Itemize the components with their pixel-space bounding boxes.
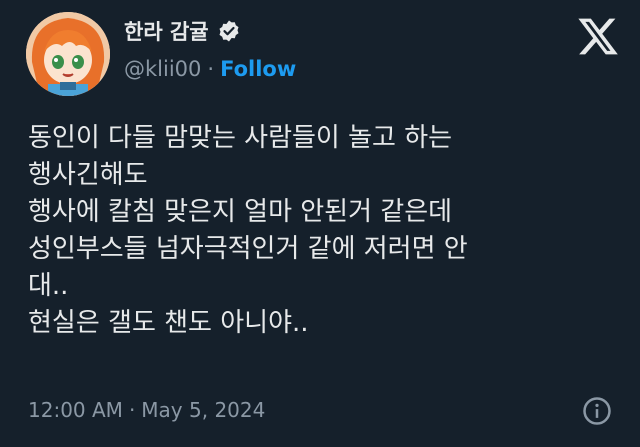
author-name-row: 한라 감귤 — [124, 16, 241, 46]
tweet-card: 한라 감귤 @klii00 · Follow 동인이 다들 맘맞는 사람들이 놀… — [0, 0, 640, 447]
avatar-image — [26, 12, 110, 96]
verified-badge-icon — [217, 19, 241, 43]
meta-separator: · — [128, 398, 136, 422]
tweet-line: 현실은 갤도 챈도 아니야.. — [28, 308, 309, 338]
tweet-text: 동인이 다들 맘맞는 사람들이 놀고 하는 행사긴해도 행사에 칼침 맞은지 얼… — [28, 120, 628, 342]
tweet-line: 성인부스들 넘자극적인거 같에 저러면 안 — [28, 234, 468, 264]
tweet-meta: 12:00 AM · May 5, 2024 — [28, 398, 265, 422]
handle-row: @klii00 · Follow — [124, 57, 296, 81]
tweet-line: 동인이 다들 맘맞는 사람들이 놀고 하는 — [28, 123, 453, 153]
tweet-date[interactable]: May 5, 2024 — [141, 398, 265, 422]
author-handle[interactable]: @klii00 — [124, 57, 201, 81]
x-logo-icon[interactable] — [576, 14, 620, 58]
info-icon[interactable] — [582, 396, 612, 426]
follow-button[interactable]: Follow — [220, 57, 296, 81]
avatar[interactable] — [26, 12, 110, 96]
separator-dot: · — [207, 57, 215, 81]
tweet-line: 대.. — [28, 271, 69, 301]
tweet-line: 행사긴해도 — [28, 160, 148, 190]
tweet-line: 행사에 칼침 맞은지 얼마 안된거 같은데 — [28, 197, 453, 227]
display-name[interactable]: 한라 감귤 — [124, 16, 209, 46]
tweet-time[interactable]: 12:00 AM — [28, 398, 123, 422]
